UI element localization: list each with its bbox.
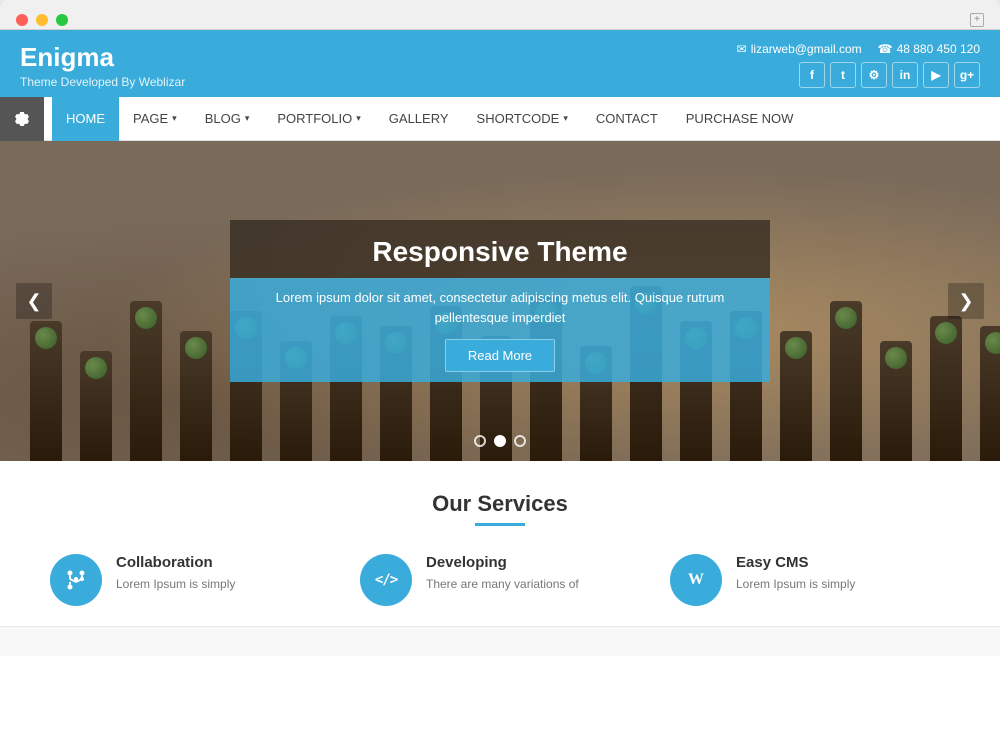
easy-cms-name: Easy CMS: [736, 554, 950, 571]
facebook-icon[interactable]: f: [799, 62, 825, 88]
cms-icon: W: [670, 554, 722, 606]
nav-page[interactable]: PAGE ▾: [119, 97, 191, 141]
shortcode-arrow: ▾: [563, 113, 568, 124]
window-minimize-dot[interactable]: [36, 14, 48, 26]
services-section: Our Services: [0, 461, 1000, 626]
collaboration-icon: [50, 554, 102, 606]
fork-icon: [64, 568, 88, 592]
service-easy-cms: W Easy CMS Lorem Ipsum is simply: [670, 554, 950, 606]
slider-title-box: Responsive Theme: [230, 220, 770, 278]
slider-dots: [474, 435, 526, 447]
hero-slider: Responsive Theme Lorem ipsum dolor sit a…: [0, 141, 1000, 461]
portfolio-arrow: ▾: [356, 113, 361, 124]
contact-social-area: ✉ lizarweb@gmail.com ☎ 48 880 450 120 f …: [737, 42, 980, 88]
window-close-dot[interactable]: [16, 14, 28, 26]
developing-name: Developing: [426, 554, 640, 571]
services-title-wrap: Our Services: [40, 491, 960, 526]
gear-icon: [13, 110, 31, 128]
slider-overlay: Responsive Theme Lorem ipsum dolor sit a…: [230, 220, 770, 382]
logo-subtitle: Theme Developed By Weblizar: [20, 75, 185, 89]
slider-description: Lorem ipsum dolor sit amet, consectetur …: [260, 288, 740, 327]
knob: [880, 341, 912, 461]
nav-home[interactable]: HOME: [52, 97, 119, 141]
site-container: Enigma Theme Developed By Weblizar ✉ liz…: [0, 30, 1000, 738]
settings-button[interactable]: [0, 97, 44, 141]
phone-info: ☎ 48 880 450 120: [878, 42, 980, 56]
window-chrome: +: [0, 0, 1000, 30]
blog-arrow: ▾: [245, 113, 250, 124]
slider-next-arrow[interactable]: ❯: [948, 283, 984, 319]
slider-dot-3[interactable]: [514, 435, 526, 447]
page-arrow: ▾: [172, 113, 177, 124]
linkedin-icon[interactable]: in: [892, 62, 918, 88]
nav-shortcode[interactable]: SHORTCODE ▾: [463, 97, 582, 141]
nav-blog[interactable]: BLOG ▾: [191, 97, 264, 141]
email-info: ✉ lizarweb@gmail.com: [737, 42, 862, 56]
top-header: Enigma Theme Developed By Weblizar ✉ liz…: [0, 30, 1000, 97]
services-underline: [475, 523, 525, 526]
knob: [80, 351, 112, 461]
google-plus-icon[interactable]: g+: [954, 62, 980, 88]
knob: [780, 331, 812, 461]
read-more-button[interactable]: Read More: [445, 339, 555, 372]
nav-gallery[interactable]: GALLERY: [375, 97, 463, 141]
knob: [830, 301, 862, 461]
slider-btn-wrap: Read More: [260, 339, 740, 372]
nav-portfolio[interactable]: PORTFOLIO ▾: [263, 97, 374, 141]
services-grid: Collaboration Lorem Ipsum is simply </> …: [40, 554, 960, 606]
developing-icon: </>: [360, 554, 412, 606]
settings-social-icon[interactable]: ⚙: [861, 62, 887, 88]
twitter-icon[interactable]: t: [830, 62, 856, 88]
slider-dot-2[interactable]: [494, 435, 506, 447]
knob: [980, 326, 1000, 461]
knob: [180, 331, 212, 461]
collaboration-name: Collaboration: [116, 554, 330, 571]
slider-dot-1[interactable]: [474, 435, 486, 447]
wordpress-icon: W: [688, 571, 704, 589]
nav-contact[interactable]: CONTACT: [582, 97, 672, 141]
knob: [30, 321, 62, 461]
phone-icon: ☎: [878, 42, 893, 56]
logo-area: Enigma Theme Developed By Weblizar: [20, 42, 185, 89]
navbar: HOME PAGE ▾ BLOG ▾ PORTFOLIO ▾ GALLERY S…: [0, 97, 1000, 141]
nav-items: HOME PAGE ▾ BLOG ▾ PORTFOLIO ▾ GALLERY S…: [44, 97, 807, 140]
slider-title: Responsive Theme: [260, 236, 740, 268]
contact-info: ✉ lizarweb@gmail.com ☎ 48 880 450 120: [737, 42, 980, 56]
service-developing: </> Developing There are many variations…: [360, 554, 640, 606]
email-address[interactable]: lizarweb@gmail.com: [751, 42, 862, 56]
developing-text: Developing There are many variations of: [426, 554, 640, 593]
collaboration-desc: Lorem Ipsum is simply: [116, 575, 330, 593]
service-collaboration: Collaboration Lorem Ipsum is simply: [50, 554, 330, 606]
nav-purchase[interactable]: PURCHASE NOW: [672, 97, 808, 141]
slider-desc-box: Lorem ipsum dolor sit amet, consectetur …: [230, 278, 770, 382]
services-title: Our Services: [40, 491, 960, 517]
window-expand-icon[interactable]: +: [970, 13, 984, 27]
email-icon: ✉: [737, 42, 747, 56]
code-icon: </>: [375, 572, 397, 588]
knob: [130, 301, 162, 461]
easy-cms-text: Easy CMS Lorem Ipsum is simply: [736, 554, 950, 593]
phone-number[interactable]: 48 880 450 120: [897, 42, 980, 56]
bottom-strip: [0, 626, 1000, 656]
social-icons: f t ⚙ in ▶ g+: [799, 62, 980, 88]
easy-cms-desc: Lorem Ipsum is simply: [736, 575, 950, 593]
slider-prev-arrow[interactable]: ❮: [16, 283, 52, 319]
logo-title[interactable]: Enigma: [20, 42, 185, 73]
window-maximize-dot[interactable]: [56, 14, 68, 26]
collaboration-text: Collaboration Lorem Ipsum is simply: [116, 554, 330, 593]
youtube-icon[interactable]: ▶: [923, 62, 949, 88]
developing-desc: There are many variations of: [426, 575, 640, 593]
knob: [930, 316, 962, 461]
